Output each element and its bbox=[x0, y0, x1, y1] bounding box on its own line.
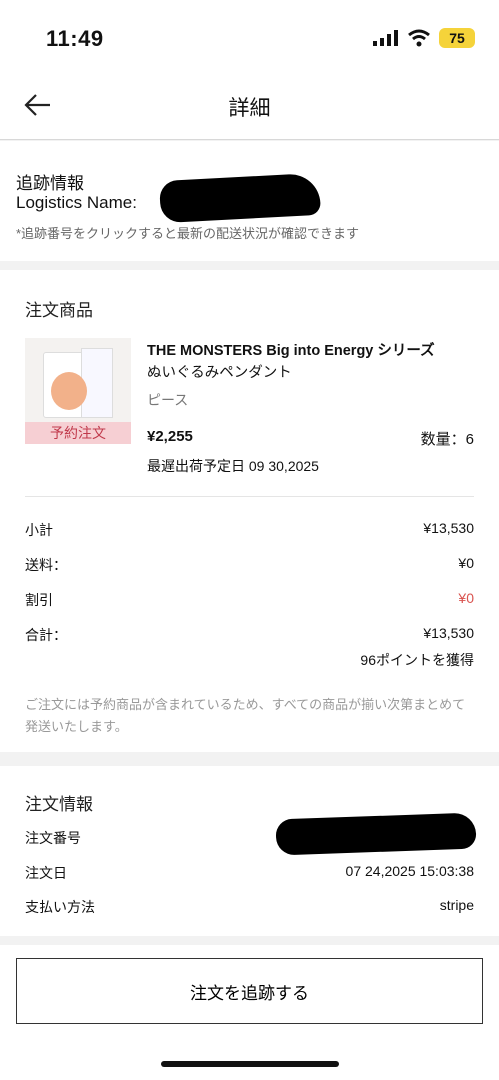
product-name-line1: THE MONSTERS Big into Energy シリーズ bbox=[147, 343, 435, 359]
nav-bar: 詳細 bbox=[0, 70, 499, 140]
product-name[interactable]: THE MONSTERS Big into Energy シリーズ ぬいぐるみペ… bbox=[147, 340, 477, 384]
total-value: ¥13,530 bbox=[423, 625, 474, 641]
payment-value: stripe bbox=[439, 897, 474, 913]
order-info-section: 注文情報 注文番号 注文日 07 24,2025 15:03:38 支払い方法 … bbox=[0, 766, 499, 936]
total-row: 合計： ¥13,530 bbox=[25, 625, 474, 645]
discount-value: ¥0 bbox=[458, 590, 474, 606]
status-time: 11:49 bbox=[46, 26, 104, 51]
order-date-row: 注文日 07 24,2025 15:03:38 bbox=[25, 863, 474, 883]
points-earned: 96ポイントを獲得 bbox=[360, 652, 474, 668]
order-number-label: 注文番号 bbox=[25, 830, 81, 846]
logistics-label: Logistics Name: bbox=[16, 193, 137, 212]
product-thumbnail[interactable]: 予約注文 bbox=[25, 338, 131, 444]
product-name-line2: ぬいぐるみペンダント bbox=[147, 365, 292, 381]
ship-date: 最遅出荷予定日 09 30,2025 bbox=[147, 458, 319, 474]
preorder-tag: 予約注文 bbox=[25, 422, 131, 444]
battery-icon: 75 bbox=[439, 28, 475, 48]
tracking-note: *追跡番号をクリックすると最新の配送状況が確認できます bbox=[16, 226, 360, 241]
subtotal-label: 小計 bbox=[25, 522, 53, 538]
total-label: 合計： bbox=[25, 627, 67, 643]
order-date-value: 07 24,2025 15:03:38 bbox=[345, 863, 474, 879]
product-price: ¥2,255 bbox=[147, 428, 193, 445]
payment-label: 支払い方法 bbox=[25, 899, 95, 915]
product-box-side bbox=[81, 348, 113, 418]
products-title: 注文商品 bbox=[25, 301, 93, 320]
shipping-label: 送料： bbox=[25, 557, 67, 573]
status-icons: 75 bbox=[373, 28, 475, 48]
payment-row: 支払い方法 stripe bbox=[25, 897, 474, 917]
products-section: 注文商品 予約注文 THE MONSTERS Big into Energy シ… bbox=[0, 270, 499, 752]
shipping-row: 送料： ¥0 bbox=[25, 555, 474, 575]
preorder-notice: ご注文には予約商品が含まれているため、すべての商品が揃い次第まとめて発送いたしま… bbox=[25, 697, 466, 734]
product-character bbox=[51, 372, 87, 410]
signal-icon bbox=[373, 30, 398, 46]
divider bbox=[25, 496, 474, 497]
order-info-title: 注文情報 bbox=[25, 795, 93, 814]
order-date-label: 注文日 bbox=[25, 865, 67, 881]
discount-row: 割引 ¥0 bbox=[25, 590, 474, 610]
tracking-section: 追跡情報 Logistics Name: *追跡番号をクリックすると最新の配送状… bbox=[0, 141, 499, 261]
product-quantity: 数量：6 bbox=[420, 431, 474, 448]
discount-label: 割引 bbox=[25, 592, 53, 608]
bottom-bar: 注文を追跡する bbox=[0, 945, 499, 1080]
track-order-button[interactable]: 注文を追跡する bbox=[16, 958, 483, 1024]
redacted-logistics-name[interactable] bbox=[159, 172, 321, 224]
product-variant: ピース bbox=[147, 392, 189, 408]
redacted-order-number bbox=[275, 812, 477, 856]
page-title: 詳細 bbox=[228, 97, 271, 120]
shipping-value: ¥0 bbox=[458, 555, 474, 571]
wifi-icon bbox=[408, 29, 430, 47]
status-bar: 11:49 75 bbox=[0, 0, 499, 70]
subtotal-value: ¥13,530 bbox=[423, 520, 474, 536]
home-indicator[interactable] bbox=[161, 1061, 339, 1067]
tracking-title: 追跡情報 bbox=[16, 174, 84, 193]
subtotal-row: 小計 ¥13,530 bbox=[25, 520, 474, 540]
